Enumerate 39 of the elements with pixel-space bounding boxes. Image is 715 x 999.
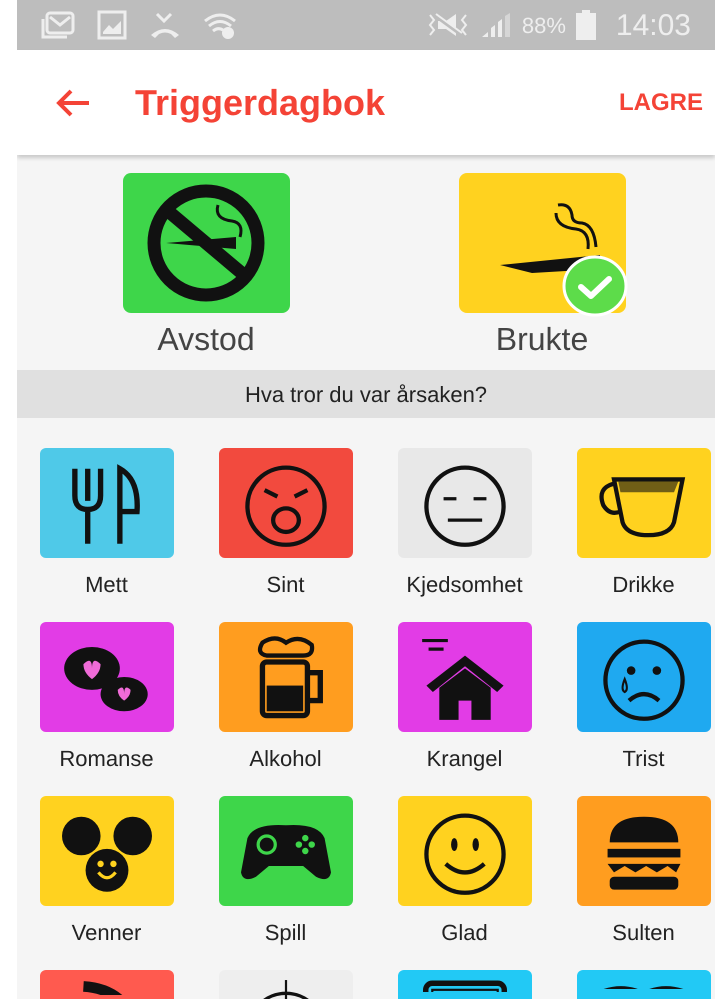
reason-tile[interactable] <box>40 622 174 732</box>
battery-icon <box>576 10 596 40</box>
reason-label: Sint <box>266 571 304 599</box>
monitor-icon <box>422 980 508 992</box>
reason-label: Glad <box>441 919 488 947</box>
reason-label: Sulten <box>612 919 675 947</box>
reason-label: Drikke <box>612 571 675 599</box>
reason-label: Venner <box>72 919 142 947</box>
reason-tile[interactable] <box>576 622 710 732</box>
reason-tile[interactable] <box>218 622 352 732</box>
screen-title: Triggerdagbok <box>135 80 386 125</box>
reason-label: Mett <box>85 571 128 599</box>
reason-label: Trist <box>622 745 664 773</box>
reason-tile[interactable] <box>398 796 532 906</box>
reason-tile[interactable] <box>398 448 532 558</box>
image-icon <box>97 10 127 40</box>
mail-icon <box>41 11 75 39</box>
reason-label: Alkohol <box>249 745 322 773</box>
reason-tile[interactable] <box>40 796 174 906</box>
choice-label: Avstod <box>157 320 255 359</box>
reason-tile[interactable] <box>40 448 174 558</box>
section-header: Hva tror du var årsaken? <box>17 370 715 418</box>
reason-label: Romanse <box>59 745 154 773</box>
missed-call-icon <box>149 11 181 39</box>
reason-tile[interactable] <box>398 622 532 732</box>
reason-tile[interactable] <box>218 796 352 906</box>
reason-label: Krangel <box>426 745 502 773</box>
back-arrow-icon <box>55 88 91 118</box>
signal-icon <box>480 11 512 39</box>
reason-tile[interactable] <box>576 796 710 906</box>
choice-label: Brukte <box>496 320 588 359</box>
choice-tile[interactable] <box>122 173 290 313</box>
save-button[interactable]: LAGRE <box>617 84 705 120</box>
reason-label: Kjedsomhet <box>406 571 523 599</box>
check-badge-icon <box>562 255 628 317</box>
reason-tile[interactable] <box>218 448 352 558</box>
reason-tile[interactable] <box>576 448 710 558</box>
reason-label: Spill <box>264 919 306 947</box>
wifi-icon <box>203 11 237 39</box>
